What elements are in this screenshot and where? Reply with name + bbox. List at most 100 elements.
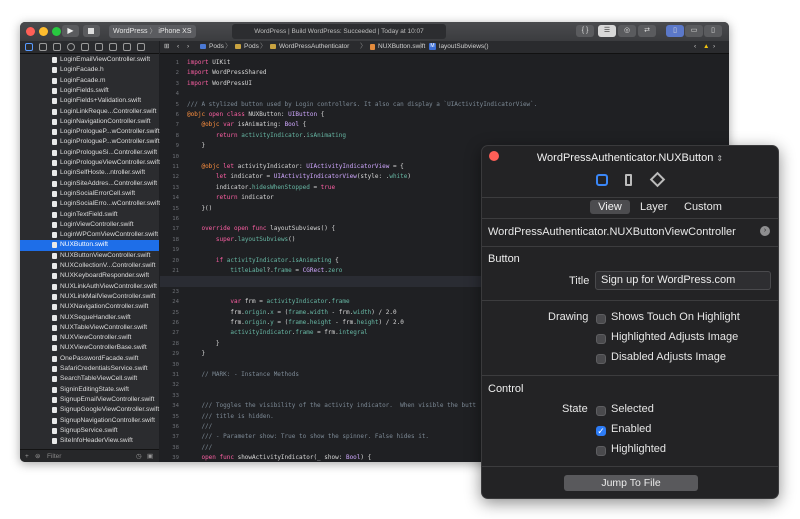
code-line: return activityIndicator.isAnimating [187,131,346,141]
scm-filter-icon[interactable]: ▣ [147,450,153,462]
filter-input[interactable]: Filter [47,450,61,462]
search-icon[interactable] [67,43,75,51]
test-icon[interactable] [95,43,103,51]
file-item[interactable]: LoginLinkReque...Controller.swift [20,107,159,117]
size-tab-icon[interactable] [625,174,632,186]
inspector-toggle-button[interactable]: ▯ [704,25,722,37]
warning-icon[interactable]: ▲ [703,41,709,53]
run-button[interactable]: ▶ [62,25,79,37]
file-item[interactable]: NUXSegueHandler.swift [20,313,159,323]
forward-icon[interactable]: › [187,41,189,53]
file-item[interactable]: LoginEmailViewController.swift [20,55,159,65]
checkbox[interactable] [596,446,606,456]
state-label: State [562,403,588,415]
file-item[interactable]: LoginSiteAddres...Controller.swift [20,179,159,189]
debug-icon[interactable] [109,43,117,51]
checkbox[interactable] [596,354,606,364]
back-icon[interactable]: ‹ [177,41,179,53]
file-item[interactable]: LoginTextField.swift [20,210,159,220]
file-icon [52,386,57,393]
minimize-window-button[interactable] [39,27,48,36]
tab-view[interactable]: View [590,201,630,213]
file-item[interactable]: NUXNavigationController.swift [20,302,159,312]
symbol-icon[interactable] [53,43,61,51]
code-line: frm.origin.y = (frame.height - frm.heigh… [187,318,404,328]
file-item[interactable]: SiteInfoHeaderView.swift [20,436,159,446]
file-item[interactable]: NUXButtonViewController.swift [20,251,159,261]
scheme-target: WordPress [113,28,148,35]
inspector-title-selector[interactable]: WordPressAuthenticator.NUXButton ⇕ [482,152,778,164]
file-item[interactable]: LoginWPComViewController.swift [20,230,159,240]
file-item[interactable]: LoginFields+Validation.swift [20,96,159,106]
file-item[interactable]: NUXKeyboardResponder.swift [20,271,159,281]
issue-prev-icon[interactable]: ‹ [694,41,696,53]
file-item[interactable]: LoginNavigationController.swift [20,117,159,127]
file-item[interactable]: NUXLinkMailViewController.swift [20,292,159,302]
breadcrumb-item[interactable]: layoutSubviews() [439,41,489,53]
file-item[interactable]: LoginViewController.swift [20,220,159,230]
file-item[interactable]: SignupService.swift [20,426,159,436]
attributes-tab-icon[interactable] [596,174,608,186]
file-item[interactable]: SearchTableViewCell.swift [20,374,159,384]
file-item[interactable]: SignupEmailViewController.swift [20,395,159,405]
folder-icon[interactable] [25,43,33,51]
file-item[interactable]: LoginSelfHoste...ntroller.swift [20,168,159,178]
file-item[interactable]: NUXLinkAuthViewController.swift [20,282,159,292]
issue-next-icon[interactable]: › [713,41,715,53]
file-item[interactable]: SigninEditingState.swift [20,385,159,395]
file-icon [52,232,57,239]
recent-icon[interactable]: ◷ [136,450,142,462]
code-token: white [389,173,408,181]
report-icon[interactable] [137,43,145,51]
code-token: hidesWhenStopped [252,183,310,191]
file-item[interactable]: NUXViewController.swift [20,333,159,343]
scheme-selector[interactable]: WordPress 〉 iPhone XS [109,25,196,38]
file-item[interactable]: LoginFacade.m [20,76,159,86]
checkbox[interactable] [596,334,606,344]
stop-button[interactable] [83,25,100,37]
file-item[interactable]: LoginFacade.h [20,65,159,75]
file-item[interactable]: NUXButton.swift [20,240,159,251]
add-icon[interactable]: + [25,450,29,462]
breadcrumb-item[interactable]: WordPressAuthenticator [279,41,349,53]
editor-standard-button[interactable]: ☰ [598,25,616,37]
warning-icon[interactable] [81,43,89,51]
file-item[interactable]: OnePasswordFacade.swift [20,354,159,364]
title-field[interactable]: Sign up for WordPress.com [595,271,771,290]
file-item[interactable]: NUXViewControllerBase.swift [20,343,159,353]
file-item[interactable]: LoginPrologueViewController.swift [20,158,160,168]
editor-version-button[interactable]: ⇄ [638,25,656,37]
breakpoint-icon[interactable] [123,43,131,51]
tab-layer[interactable]: Layer [640,201,668,213]
breadcrumb-item[interactable]: Pods [244,41,259,53]
navigator-toggle-button[interactable]: ▯ [666,25,684,37]
related-items-icon[interactable]: ⊞ [164,41,169,53]
jump-to-file-button[interactable]: Jump To File [564,475,698,491]
file-item[interactable]: SignupNavigationController.swift [20,416,159,426]
breadcrumb-item[interactable]: Pods [209,41,224,53]
close-window-button[interactable] [26,27,35,36]
tab-custom[interactable]: Custom [684,201,722,213]
file-item[interactable]: LoginSocialErrorCell.swift [20,189,159,199]
library-button[interactable]: { } [576,25,594,37]
file-item[interactable]: SignupGoogleViewController.swift [20,405,159,415]
file-item[interactable]: LoginSocialErro...wController.swift [20,199,160,209]
breadcrumb-item[interactable]: NUXButton.swift [378,41,425,53]
file-item[interactable]: LoginPrologueSi...Controller.swift [20,148,159,158]
checkbox[interactable] [596,406,606,416]
debug-toggle-button[interactable]: ▭ [685,25,703,37]
checkbox-checked[interactable]: ✓ [596,426,606,436]
file-item[interactable]: LoginPrologueP...wController.swift [20,137,160,147]
file-item[interactable]: LoginFields.swift [20,86,159,96]
source-control-icon[interactable] [39,43,47,51]
file-item[interactable]: LoginPrologueP...wController.swift [20,127,160,137]
file-item[interactable]: NUXTableViewController.swift [20,323,159,333]
jump-arrow-icon[interactable]: › [760,226,770,236]
editor-assistant-button[interactable]: ◎ [618,25,636,37]
code-token: = { [389,163,404,170]
file-item[interactable]: NUXCollectionV...Controller.swift [20,261,159,271]
zoom-window-button[interactable] [52,27,61,36]
checkbox[interactable] [596,314,606,324]
layers-tab-icon[interactable] [649,171,666,188]
file-item[interactable]: SafariCredentialsService.swift [20,364,159,374]
